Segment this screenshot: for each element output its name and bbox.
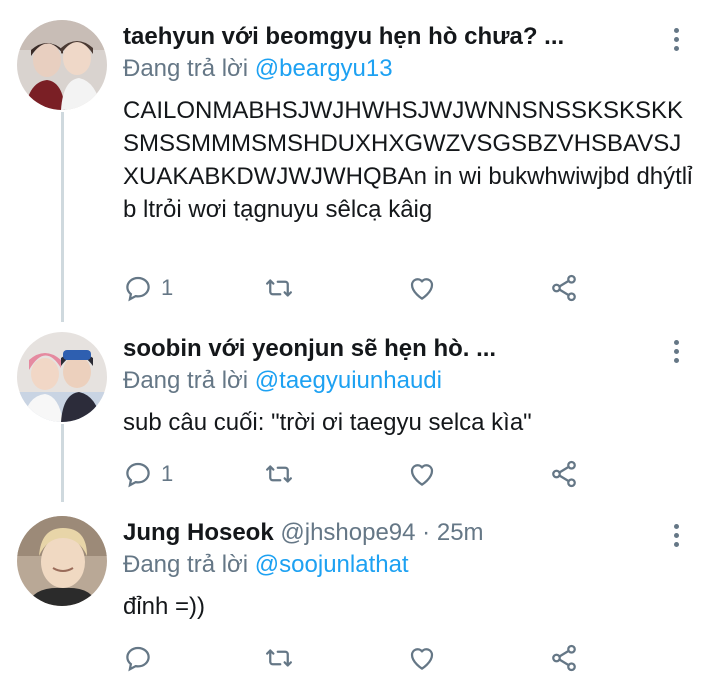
timestamp[interactable]: 25m — [437, 519, 484, 546]
more-vertical-icon[interactable] — [672, 340, 680, 366]
reply-context: Đang trả lời @soojunlathat — [123, 550, 409, 580]
share-button[interactable] — [549, 270, 579, 306]
reply-context: Đang trả lời @taegyuiunhaudi — [123, 366, 442, 396]
separator-dot: · — [415, 519, 437, 546]
reply-mention-link[interactable]: @soojunlathat — [255, 551, 409, 578]
reply-button[interactable]: 1 — [123, 456, 173, 492]
retweet-icon — [266, 465, 292, 483]
action-bar: 1 — [123, 270, 603, 306]
tweet[interactable]: Jung Hoseok @jhshope94 · 25m Đang trả lờ… — [0, 500, 720, 682]
like-button[interactable] — [407, 456, 437, 492]
thread-line — [61, 112, 64, 322]
heart-icon — [410, 278, 434, 300]
reply-mention-link[interactable]: @taegyuiunhaudi — [255, 367, 442, 394]
retweet-button[interactable] — [264, 640, 294, 676]
heart-icon — [410, 464, 434, 486]
reply-context: Đang trả lời @beargyu13 — [123, 54, 393, 84]
reply-prefix: Đang trả lời — [123, 551, 255, 578]
reply-icon — [126, 646, 150, 672]
reply-button[interactable]: 1 — [123, 270, 173, 306]
reply-prefix: Đang trả lời — [123, 55, 255, 82]
avatar[interactable] — [17, 516, 107, 606]
display-name[interactable]: taehyun với beomgyu hẹn hò chưa? ... — [123, 23, 564, 50]
more-vertical-icon[interactable] — [672, 28, 680, 54]
tweet[interactable]: taehyun với beomgyu hẹn hò chưa? ... Đan… — [0, 0, 720, 322]
reply-icon — [126, 462, 150, 488]
share-icon — [552, 274, 576, 302]
avatar[interactable] — [17, 332, 107, 422]
reply-icon — [126, 276, 150, 302]
display-name[interactable]: Jung Hoseok — [123, 519, 274, 546]
thread-line — [61, 424, 64, 502]
avatar[interactable] — [17, 20, 107, 110]
reply-prefix: Đang trả lời — [123, 367, 255, 394]
reply-count: 1 — [161, 275, 174, 300]
share-icon — [552, 644, 576, 672]
action-bar — [123, 640, 603, 676]
like-button[interactable] — [407, 270, 437, 306]
reply-mention-link[interactable]: @beargyu13 — [255, 55, 393, 82]
retweet-button[interactable] — [264, 270, 294, 306]
share-icon — [552, 460, 576, 488]
tweet-text: sub câu cuối: "trời ơi taegyu selca kìa" — [123, 409, 532, 436]
reply-button[interactable] — [123, 640, 161, 676]
display-name[interactable]: soobin với yeonjun sẽ hẹn hò. ... — [123, 335, 496, 362]
more-vertical-icon[interactable] — [672, 524, 680, 550]
share-button[interactable] — [549, 456, 579, 492]
action-bar: 1 — [123, 456, 603, 492]
retweet-icon — [266, 649, 292, 667]
tweet[interactable]: soobin với yeonjun sẽ hẹn hò. ... Đang t… — [0, 320, 720, 502]
share-button[interactable] — [549, 640, 579, 676]
like-button[interactable] — [407, 640, 437, 676]
heart-icon — [410, 648, 434, 670]
reply-count: 1 — [161, 461, 174, 486]
user-handle[interactable]: @jhshope94 — [280, 519, 415, 546]
tweet-text: CAILONMABHSJWJHWHSJWJWNNSNSSKSKSKKSMSSMM… — [123, 97, 693, 223]
retweet-icon — [266, 279, 292, 297]
retweet-button[interactable] — [264, 456, 294, 492]
tweet-text: đỉnh =)) — [123, 593, 206, 620]
